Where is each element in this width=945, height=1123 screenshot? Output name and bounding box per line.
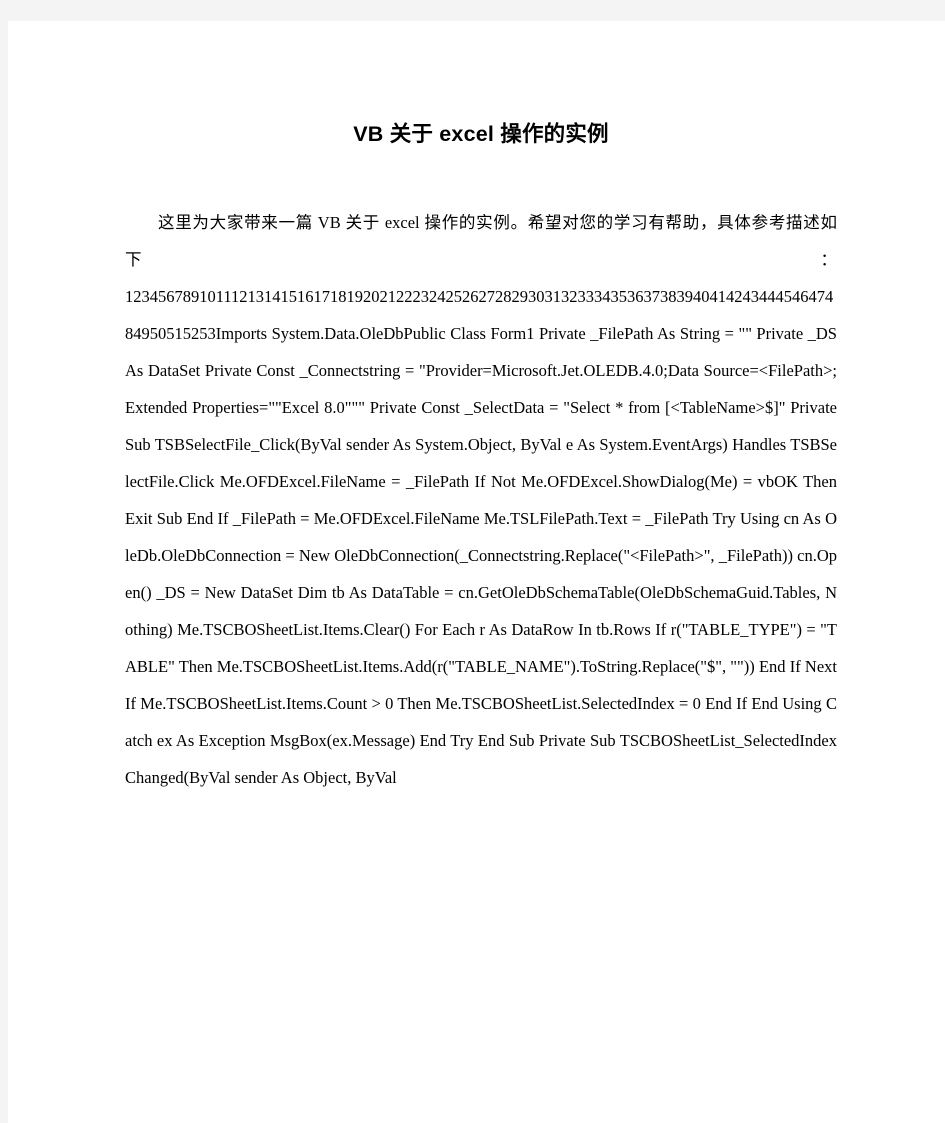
document-page: VB 关于 excel 操作的实例 这里为大家带来一篇 VB 关于 excel … — [8, 21, 945, 1123]
document-body: 这里为大家带来一篇 VB 关于 excel 操作的实例。希望对您的学习有帮助，具… — [125, 204, 837, 796]
code-body-text: 1234567891011121314151617181920212223242… — [125, 287, 837, 787]
intro-paragraph: 这里为大家带来一篇 VB 关于 excel 操作的实例。希望对您的学习有帮助，具… — [125, 213, 837, 269]
page-title: VB 关于 excel 操作的实例 — [353, 122, 609, 146]
